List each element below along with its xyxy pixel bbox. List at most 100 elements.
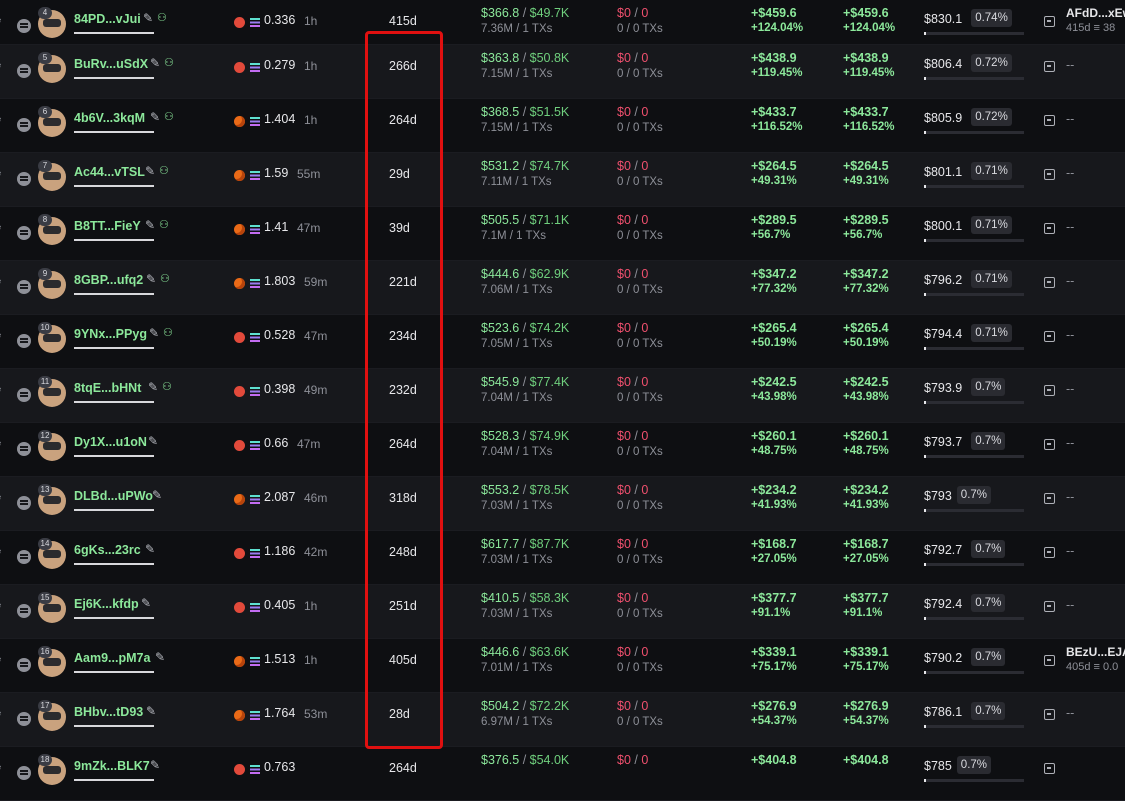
user-icon[interactable]: ⚇	[164, 111, 176, 123]
edit-icon[interactable]: ✎	[146, 705, 158, 717]
filter-icon[interactable]: ⊽	[0, 17, 4, 30]
edit-icon[interactable]: ✎	[143, 12, 155, 24]
user-icon[interactable]: ⚇	[159, 165, 171, 177]
wallet-address-link[interactable]: 8GBP...ufq2	[74, 273, 143, 287]
wallet-address-link[interactable]: Ac44...vTSL	[74, 165, 145, 179]
transfer-out-icon[interactable]	[1044, 655, 1055, 666]
table-row[interactable]: ⊽7Ac44...vTSL✎⚇1.5955m29d$531.2 / $74.7K…	[0, 153, 1125, 207]
wallet-address-link[interactable]: Ej6K...kfdp	[74, 597, 139, 611]
wallet-address-link[interactable]: Dy1X...u1oN	[74, 435, 147, 449]
wallet-address-link[interactable]: 6gKs...23rc	[74, 543, 141, 557]
copy-icon[interactable]	[17, 712, 31, 726]
table-row[interactable]: ⊽8B8TT...FieY✎⚇1.4147m39d$505.5 / $71.1K…	[0, 207, 1125, 261]
transfer-out-icon[interactable]	[1044, 277, 1055, 288]
wallet-address-link[interactable]: 8tqE...bHNt	[74, 381, 141, 395]
copy-icon[interactable]	[17, 19, 31, 33]
destination-wallet[interactable]: AFdD...xEw	[1066, 6, 1125, 20]
edit-icon[interactable]: ✎	[141, 597, 153, 609]
copy-icon[interactable]	[17, 172, 31, 186]
table-row[interactable]: ⊽5BuRv...uSdX✎⚇0.2791h266d$363.8 / $50.8…	[0, 45, 1125, 99]
table-row[interactable]: ⊽109YNx...PPyg✎⚇0.52847m234d$523.6 / $74…	[0, 315, 1125, 369]
edit-icon[interactable]: ✎	[145, 543, 157, 555]
table-row[interactable]: ⊽16Aam9...pM7a✎1.5131h405d$446.6 / $63.6…	[0, 639, 1125, 693]
transfer-out-icon[interactable]	[1044, 223, 1055, 234]
destination-wallet[interactable]: BEzU...EJA	[1066, 645, 1125, 659]
wallet-address-link[interactable]: 4b6V...3kqM	[74, 111, 145, 125]
filter-icon[interactable]: ⊽	[0, 224, 4, 237]
filter-icon[interactable]: ⊽	[0, 656, 4, 669]
copy-icon[interactable]	[17, 550, 31, 564]
edit-icon[interactable]: ✎	[150, 111, 162, 123]
filter-icon[interactable]: ⊽	[0, 602, 4, 615]
edit-icon[interactable]: ✎	[145, 165, 157, 177]
table-row[interactable]: ⊽17BHbv...tD93✎1.76453m28d$504.2 / $72.2…	[0, 693, 1125, 747]
wallet-address-link[interactable]: 9mZk...BLK7	[74, 759, 150, 773]
edit-icon[interactable]: ✎	[150, 759, 162, 771]
wallet-address-link[interactable]: 9YNx...PPyg	[74, 327, 147, 341]
transfer-out-icon[interactable]	[1044, 601, 1055, 612]
user-icon[interactable]: ⚇	[157, 12, 169, 24]
transfer-out-icon[interactable]	[1044, 385, 1055, 396]
edit-icon[interactable]: ✎	[148, 435, 160, 447]
filter-icon[interactable]: ⊽	[0, 332, 4, 345]
transfer-out-icon[interactable]	[1044, 169, 1055, 180]
table-row[interactable]: ⊽118tqE...bHNt✎⚇0.39849m232d$545.9 / $77…	[0, 369, 1125, 423]
filter-icon[interactable]: ⊽	[0, 548, 4, 561]
filter-icon[interactable]: ⊽	[0, 764, 4, 777]
wallet-address-link[interactable]: DLBd...uPWo	[74, 489, 153, 503]
user-icon[interactable]: ⚇	[160, 273, 172, 285]
edit-icon[interactable]: ✎	[149, 327, 161, 339]
wallet-address-link[interactable]: B8TT...FieY	[74, 219, 141, 233]
user-icon[interactable]: ⚇	[159, 219, 171, 231]
filter-icon[interactable]: ⊽	[0, 386, 4, 399]
copy-icon[interactable]	[17, 604, 31, 618]
table-row[interactable]: ⊽12Dy1X...u1oN✎0.6647m264d$528.3 / $74.9…	[0, 423, 1125, 477]
transfer-out-icon[interactable]	[1044, 493, 1055, 504]
table-row[interactable]: ⊽189mZk...BLK7✎0.763264d$376.5 / $54.0K$…	[0, 747, 1125, 801]
copy-icon[interactable]	[17, 64, 31, 78]
wallet-address-link[interactable]: 84PD...vJui	[74, 12, 141, 26]
table-row[interactable]: ⊽64b6V...3kqM✎⚇1.4041h264d$368.5 / $51.5…	[0, 99, 1125, 153]
table-row[interactable]: ⊽ 4 84PD...vJui✎⚇ 0.336 1h 415d $366.8 / $49.7…	[0, 0, 1125, 45]
copy-icon[interactable]	[17, 442, 31, 456]
wallet-address-link[interactable]: BuRv...uSdX	[74, 57, 148, 71]
table-row[interactable]: ⊽98GBP...ufq2✎⚇1.80359m221d$444.6 / $62.…	[0, 261, 1125, 315]
user-icon[interactable]: ⚇	[164, 57, 176, 69]
copy-icon[interactable]	[17, 118, 31, 132]
transfer-out-icon[interactable]	[1044, 16, 1055, 27]
filter-icon[interactable]: ⊽	[0, 170, 4, 183]
edit-icon[interactable]: ✎	[148, 381, 160, 393]
transfer-out-icon[interactable]	[1044, 115, 1055, 126]
wallet-address-link[interactable]: BHbv...tD93	[74, 705, 143, 719]
filter-icon[interactable]: ⊽	[0, 278, 4, 291]
edit-icon[interactable]: ✎	[152, 489, 164, 501]
filter-icon[interactable]: ⊽	[0, 494, 4, 507]
transfer-out-icon[interactable]	[1044, 61, 1055, 72]
transfer-out-icon[interactable]	[1044, 763, 1055, 774]
transfer-out-icon[interactable]	[1044, 547, 1055, 558]
copy-icon[interactable]	[17, 334, 31, 348]
copy-icon[interactable]	[17, 496, 31, 510]
wallet-address-link[interactable]: Aam9...pM7a	[74, 651, 150, 665]
edit-icon[interactable]: ✎	[145, 219, 157, 231]
user-icon[interactable]: ⚇	[162, 381, 174, 393]
edit-icon[interactable]: ✎	[146, 273, 158, 285]
transfer-out-icon[interactable]	[1044, 709, 1055, 720]
copy-icon[interactable]	[17, 388, 31, 402]
transfer-out-icon[interactable]	[1044, 331, 1055, 342]
transfer-out-icon[interactable]	[1044, 439, 1055, 450]
table-row[interactable]: ⊽15Ej6K...kfdp✎0.4051h251d$410.5 / $58.3…	[0, 585, 1125, 639]
user-icon[interactable]: ⚇	[163, 327, 175, 339]
filter-icon[interactable]: ⊽	[0, 440, 4, 453]
filter-icon[interactable]: ⊽	[0, 710, 4, 723]
edit-icon[interactable]: ✎	[150, 57, 162, 69]
copy-icon[interactable]	[17, 226, 31, 240]
table-row[interactable]: ⊽13DLBd...uPWo✎2.08746m318d$553.2 / $78.…	[0, 477, 1125, 531]
table-row[interactable]: ⊽146gKs...23rc✎1.18642m248d$617.7 / $87.…	[0, 531, 1125, 585]
filter-icon[interactable]: ⊽	[0, 116, 4, 129]
copy-icon[interactable]	[17, 280, 31, 294]
filter-icon[interactable]: ⊽	[0, 62, 4, 75]
copy-icon[interactable]	[17, 658, 31, 672]
edit-icon[interactable]: ✎	[155, 651, 167, 663]
copy-icon[interactable]	[17, 766, 31, 780]
